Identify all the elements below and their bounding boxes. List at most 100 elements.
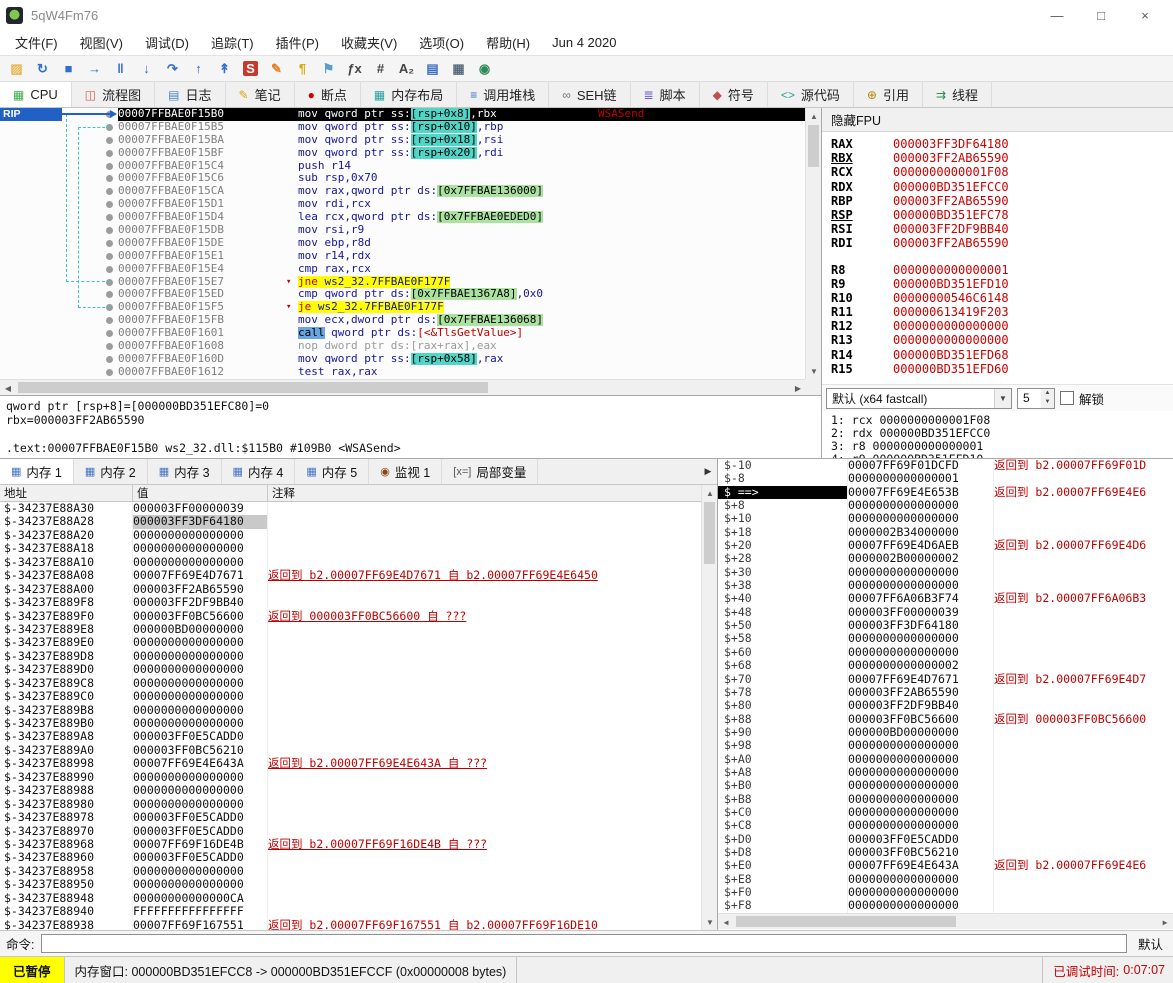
stack-comment[interactable] (994, 526, 1173, 539)
dump-comment-link[interactable] (268, 892, 702, 905)
dump-comment-link[interactable] (268, 623, 702, 636)
stack-comment[interactable]: 返回到 b2.00007FF69E4E6 (994, 859, 1173, 872)
scroll-left-icon[interactable]: ◀ (718, 914, 734, 930)
stack-row[interactable]: $+10 0000000000000000 (718, 512, 1173, 526)
top-tab[interactable]: <> 源代码 (768, 82, 854, 107)
stack-row[interactable]: $+C8 0000000000000000 (718, 818, 1173, 833)
dump-row[interactable]: $-34237E889C0 0000000000000000 (0, 689, 702, 704)
dump-tab[interactable]: ▦ 内存 3 (148, 459, 222, 484)
dump-comment-link[interactable]: 返回到 b2.00007FF69E4E643A 自 ??? (268, 757, 702, 770)
stack-row[interactable]: $+40 00007FF6A06B3F74 返回到 b2.00007FF6A06… (718, 592, 1173, 606)
dump-comment-link[interactable] (268, 515, 702, 528)
dump-comment-link[interactable] (268, 730, 702, 743)
restart-icon[interactable]: ↻ (31, 58, 54, 79)
dump-row[interactable]: $-34237E88A10 0000000000000000 (0, 555, 702, 570)
dump-row[interactable]: $-34237E88998 00007FF69E4E643A 返回到 b2.00… (0, 756, 702, 771)
dump-row[interactable]: $-34237E88970 000003FF0E5CADD0 (0, 824, 702, 838)
stack-comment[interactable] (994, 726, 1173, 739)
register-value[interactable]: 00000000546C6148 (893, 291, 1009, 305)
dump-comment-link[interactable] (268, 851, 702, 864)
dump-tab[interactable]: ▦ 内存 4 (222, 459, 296, 484)
step-over-icon[interactable]: ↷ (161, 58, 184, 79)
stack-comment[interactable] (994, 779, 1173, 792)
labels-icon[interactable]: ⚑ (317, 58, 340, 79)
register-row[interactable]: RCX 0000000000001F08 (831, 165, 1173, 179)
stepper-arrows-icon[interactable]: ▲ ▼ (1041, 388, 1054, 408)
dump-row[interactable]: $-34237E88938 00007FF69F167551 返回到 b2.00… (0, 918, 702, 930)
step-into-icon[interactable]: ↓ (135, 58, 158, 79)
register-value[interactable]: 000000613419F203 (893, 305, 1009, 319)
menu-item[interactable]: 插件(P) (265, 33, 330, 52)
stack-row[interactable]: $+60 0000000000000000 (718, 645, 1173, 660)
comments-icon[interactable]: ¶ (291, 58, 314, 79)
dump-comment-link[interactable] (268, 798, 702, 811)
register-row[interactable] (831, 251, 1173, 263)
dump-comment-link[interactable] (268, 865, 702, 878)
register-row[interactable]: RDI 000003FF2AB65590 (831, 236, 1173, 250)
stack-row[interactable]: $+B0 0000000000000000 (718, 778, 1173, 793)
dump-row[interactable]: $-34237E88988 0000000000000000 (0, 783, 702, 798)
stack-horizontal-scrollbar[interactable]: ◀ ▶ (718, 913, 1173, 929)
close-button[interactable]: × (1123, 1, 1167, 29)
dump-comment-link[interactable] (268, 583, 702, 596)
stack-comment[interactable]: 返回到 b2.00007FF69F01D (994, 459, 1173, 472)
dump-row[interactable]: $-34237E889F0 000003FF0BC56600 返回到 00000… (0, 609, 702, 623)
disasm-vertical-scrollbar[interactable]: ▲ ▼ (805, 108, 821, 379)
register-row[interactable]: R12 0000000000000000 (831, 319, 1173, 333)
dump-tab[interactable]: ▦ 内存 5 (295, 459, 370, 484)
stack-row[interactable]: $+F0 0000000000000000 (718, 885, 1173, 900)
stack-comment[interactable] (994, 739, 1173, 752)
top-tab[interactable]: ≡ 调用堆栈 (457, 82, 550, 107)
dump-row[interactable]: $-34237E88978 000003FF0E5CADD0 (0, 810, 702, 825)
stack-row[interactable]: $+C0 0000000000000000 (718, 805, 1173, 820)
stack-comment[interactable] (994, 753, 1173, 766)
stack-row[interactable]: $+70 00007FF69E4D7671 返回到 b2.00007FF69E4… (718, 672, 1173, 686)
register-value[interactable]: 000000BD351EFC78 (893, 208, 1009, 222)
dump-row[interactable]: $-34237E88968 00007FF69F16DE4B 返回到 b2.00… (0, 837, 702, 852)
stack-comment[interactable] (994, 659, 1173, 672)
stack-row[interactable]: $+D0 000003FF0E5CADD0 (718, 832, 1173, 846)
hash-icon[interactable]: # (369, 58, 392, 79)
stack-row[interactable]: $ ==> 00007FF69E4E653B 返回到 b2.00007FF69E… (718, 485, 1173, 500)
disasm-row[interactable]: 00007FFBAE0F15BF mov qword ptr ss:[rsp+0… (0, 146, 806, 160)
stack-row[interactable]: $+20 00007FF69E4D6AEB 返回到 b2.00007FF69E4… (718, 538, 1173, 553)
menu-item[interactable]: 视图(V) (69, 33, 134, 52)
dump-row[interactable]: $-34237E88A00 000003FF2AB65590 (0, 582, 702, 597)
register-row[interactable]: R10 00000000546C6148 (831, 291, 1173, 305)
stack-row[interactable]: $+E0 00007FF69E4E643A 返回到 b2.00007FF69E4… (718, 858, 1173, 873)
dump-comment-link[interactable] (268, 663, 702, 676)
stack-row[interactable]: $+90 000000BD00000000 (718, 725, 1173, 740)
dump-row[interactable]: $-34237E88958 0000000000000000 (0, 864, 702, 879)
dump-comment-link[interactable] (268, 878, 702, 891)
top-tab[interactable]: ∞ SEH链 (549, 82, 631, 107)
breakpoint-dot-icon[interactable] (106, 330, 113, 338)
register-row[interactable]: RBP 000003FF2AB65590 (831, 194, 1173, 208)
stack-comment[interactable] (994, 699, 1173, 712)
scrollbar-thumb[interactable] (18, 382, 488, 393)
top-tab[interactable]: ● 断点 (295, 82, 361, 107)
disasm-row[interactable]: 00007FFBAE0F15DE mov ebp,r8d (0, 236, 806, 250)
stack-comment[interactable] (994, 793, 1173, 806)
stack-row[interactable]: $+80 000003FF2DF9BB40 (718, 698, 1173, 713)
dump-row[interactable]: $-34237E88A08 00007FF69E4D7671 返回到 b2.00… (0, 568, 702, 583)
scroll-right-icon[interactable]: ▶ (790, 380, 806, 395)
register-value[interactable]: 0000000000000000 (893, 319, 1009, 333)
az-icon[interactable]: A₂ (395, 58, 418, 79)
stack-row[interactable]: $+30 0000000000000000 (718, 565, 1173, 580)
stack-row[interactable]: $+A8 0000000000000000 (718, 765, 1173, 780)
dump-row[interactable]: $-34237E88A20 0000000000000000 (0, 528, 702, 543)
stack-row[interactable]: $-10 00007FF69F01DCFD 返回到 b2.00007FF69F0… (718, 459, 1173, 473)
dump-row[interactable]: $-34237E88940 FFFFFFFFFFFFFFFF (0, 904, 702, 919)
top-tab[interactable]: ◫ 流程图 (72, 82, 156, 107)
menu-item[interactable]: 帮助(H) (475, 33, 541, 52)
register-row[interactable]: R15 000000BD351EFD60 (831, 362, 1173, 376)
column-header-comment[interactable]: 注释 (268, 485, 717, 501)
command-input[interactable] (41, 934, 1127, 953)
stack-comment[interactable] (994, 499, 1173, 512)
register-row[interactable]: R8 0000000000000001 (831, 263, 1173, 277)
dump-comment-link[interactable] (268, 677, 702, 690)
disasm-row[interactable]: 00007FFBAE0F160D mov qword ptr ss:[rsp+0… (0, 352, 806, 366)
dump-comment-link[interactable] (268, 811, 702, 824)
stack-row[interactable]: $+50 000003FF3DF64180 (718, 618, 1173, 633)
register-row[interactable]: RSI 000003FF2DF9BB40 (831, 222, 1173, 236)
